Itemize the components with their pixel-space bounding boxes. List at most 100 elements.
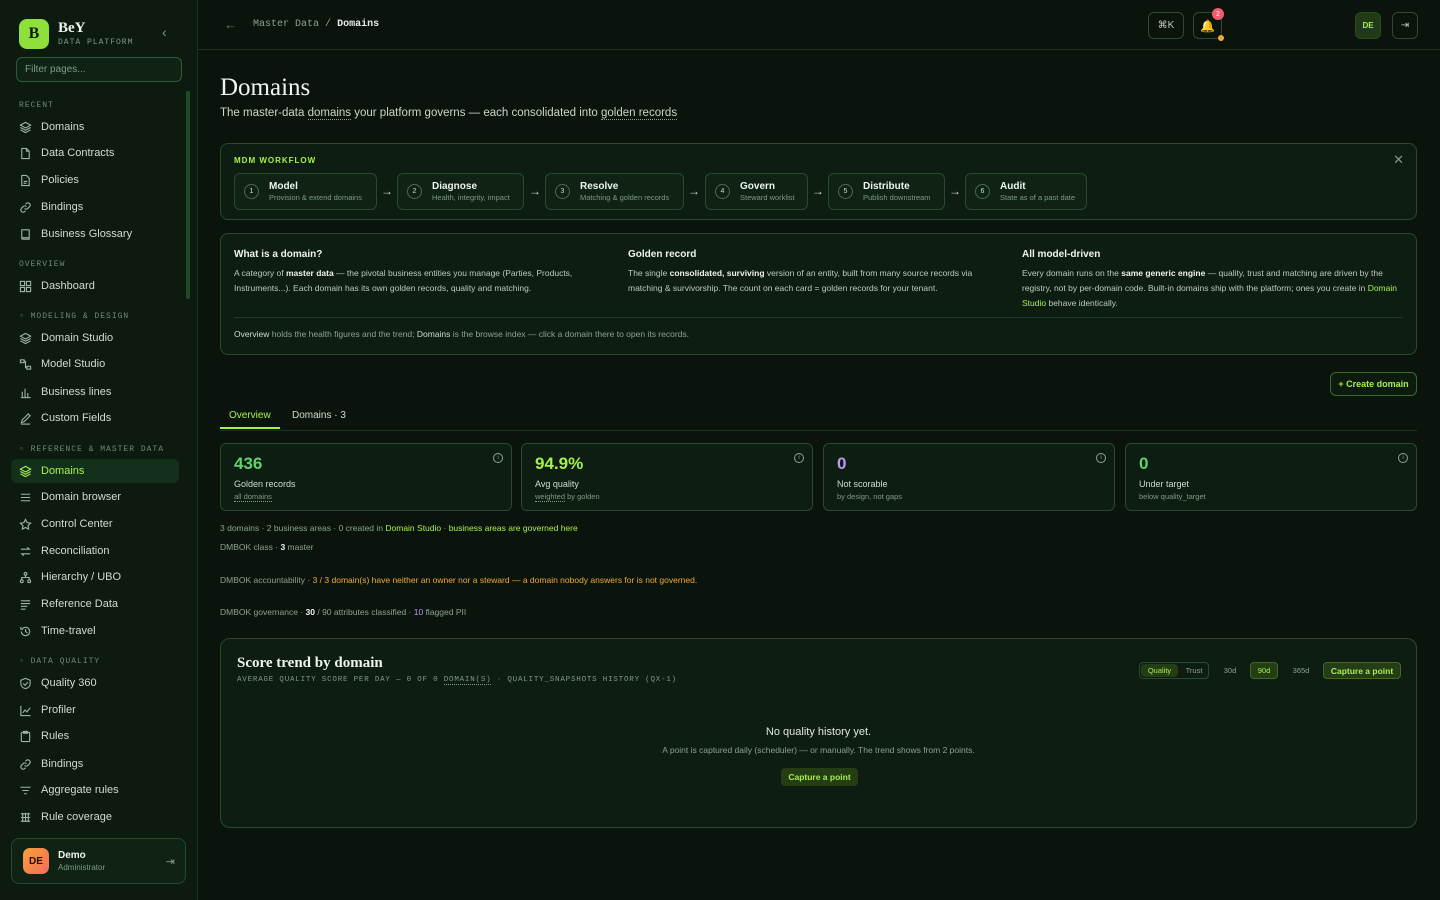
brand[interactable]: B BeY DATA PLATFORM (0, 0, 197, 50)
capture-point-empty-button[interactable]: Capture a point (781, 768, 858, 786)
workflow-step-resolve[interactable]: 3 Resolve Matching & golden records (545, 173, 684, 210)
sidebar-item-time-travel[interactable]: Time-travel (11, 619, 179, 643)
sidebar-item-domain-studio[interactable]: Domain Studio (11, 326, 179, 350)
sidebar-item-label: Bindings (41, 201, 84, 213)
step-title: Model (269, 181, 298, 192)
section-recent: RECENT (19, 101, 54, 110)
text-run: Every domain runs on the (1022, 268, 1122, 278)
workflow-step-model[interactable]: 1 Model Provision & extend domains (234, 173, 377, 210)
sidebar-item-data-contracts[interactable]: Data Contracts (11, 141, 179, 165)
sidebar-item-business-lines[interactable]: Business lines (11, 380, 179, 404)
step-title: Resolve (580, 181, 619, 192)
workflow-step-diagnose[interactable]: 2 Diagnose Health, integrity, impact (397, 173, 524, 210)
text-run: master (285, 542, 314, 552)
tab-overview[interactable]: Overview (229, 410, 271, 421)
coverage-grid-icon (20, 812, 31, 822)
main: ← Master Data / Domains ⌘K 🔔 2 DE ⇥ Doma… (198, 0, 1440, 900)
sidebar-item-recent-domains[interactable]: Domains (11, 115, 179, 139)
sidebar-item-custom-fields[interactable]: Custom Fields (11, 406, 179, 430)
sign-out-icon: ⇥ (1400, 20, 1410, 31)
step-sub: State as of a past date (1000, 193, 1076, 202)
text-run: DMBOK governance · (220, 607, 306, 617)
sidebar: B BeY DATA PLATFORM ‹ RECENT Domains Dat… (0, 0, 198, 900)
term-domains[interactable]: domains (307, 107, 352, 120)
sidebar-scrollbar[interactable] (186, 91, 190, 299)
info-icon[interactable]: i (1096, 453, 1106, 463)
sidebar-item-profiler[interactable]: Profiler (11, 698, 179, 722)
text-run: flagged PII (423, 607, 467, 617)
breadcrumb-parent[interactable]: Master Data (253, 19, 319, 30)
sidebar-item-dashboard[interactable]: Dashboard (11, 274, 179, 298)
term-golden-records[interactable]: golden records (601, 107, 678, 120)
sidebar-item-domains[interactable]: Domains (11, 459, 179, 483)
toggle-quality[interactable]: Quality (1141, 664, 1178, 677)
toggle-trust[interactable]: Trust (1179, 664, 1209, 677)
business-areas-link[interactable]: business areas are governed here (449, 523, 578, 533)
tab-domains[interactable]: Domains · 3 (292, 410, 346, 421)
create-domain-button[interactable]: + Create domain (1330, 372, 1417, 396)
workflow-step-distribute[interactable]: 5 Distribute Publish downstream (828, 173, 945, 210)
breadcrumb-separator: / (325, 19, 332, 30)
book-icon (21, 228, 30, 240)
sidebar-item-quality-bindings[interactable]: Bindings (11, 752, 179, 776)
user-card[interactable]: DE Demo Administrator ⇥ (11, 838, 186, 884)
notification-badge: 2 (1212, 8, 1224, 20)
text-strong: Overview (234, 329, 270, 339)
sidebar-item-label: Rules (41, 730, 70, 742)
range-365d[interactable]: 365d (1287, 662, 1315, 679)
locale-button[interactable]: DE (1355, 12, 1381, 39)
sidebar-item-quality-360[interactable]: Quality 360 (11, 671, 179, 695)
brand-subtitle: DATA PLATFORM (58, 38, 134, 47)
command-palette-button[interactable]: ⌘K (1148, 12, 1184, 39)
star-icon (19, 517, 32, 530)
sidebar-item-business-glossary[interactable]: Business Glossary (11, 222, 179, 246)
sidebar-item-hierarchy-ubo[interactable]: Hierarchy / UBO (11, 565, 179, 589)
kpi-avg-quality[interactable]: 94.9% Avg quality weighted by golden i (521, 443, 813, 511)
notifications-button[interactable]: 🔔 2 (1193, 8, 1224, 41)
layers-icon (19, 332, 32, 344)
workflow-step-govern[interactable]: 4 Govern Steward worklist (705, 173, 808, 210)
collapse-sidebar-icon[interactable]: ‹ (162, 24, 167, 40)
info-icon[interactable]: i (794, 453, 804, 463)
info-icon[interactable]: i (493, 453, 503, 463)
step-sub: Provision & extend domains (269, 193, 362, 202)
kpi-not-scorable[interactable]: 0 Not scorable by design, not gaps i (823, 443, 1115, 511)
step-number: 4 (715, 184, 730, 199)
grid-icon (19, 280, 32, 292)
sign-out-button[interactable]: ⇥ (1392, 12, 1418, 39)
filter-pages-input[interactable] (16, 57, 182, 82)
list-icon (20, 493, 31, 501)
kpi-golden-records[interactable]: 436 Golden records all domains i (220, 443, 512, 511)
sidebar-item-control-center[interactable]: Control Center (11, 512, 179, 536)
logout-icon[interactable]: ⇥ (166, 855, 175, 868)
sidebar-item-label: Custom Fields (41, 412, 112, 424)
sidebar-item-aggregate-rules[interactable]: Aggregate rules (11, 778, 179, 802)
sidebar-item-domain-browser[interactable]: Domain browser (11, 485, 179, 509)
sidebar-item-label: Domain Studio (41, 332, 114, 344)
close-icon[interactable]: ✕ (1393, 152, 1404, 168)
score-trend-title: Score trend by domain (237, 655, 383, 671)
workflow-step-audit[interactable]: 6 Audit State as of a past date (965, 173, 1087, 210)
text-run: 3 domains · 2 business areas · 0 created… (220, 523, 386, 533)
text-strong: Domains (416, 329, 451, 339)
kpi-under-target[interactable]: 0 Under target below quality_target i (1125, 443, 1417, 511)
range-90d[interactable]: 90d (1250, 662, 1278, 679)
sidebar-item-model-studio[interactable]: Model Studio (11, 352, 179, 376)
domain-studio-link[interactable]: Domain Studio (385, 523, 441, 533)
brand-name: BeY (58, 20, 86, 36)
info-icon[interactable]: i (1398, 453, 1408, 463)
range-30d[interactable]: 30d (1219, 662, 1241, 679)
back-arrow-icon[interactable]: ← (224, 17, 237, 32)
sidebar-item-reference-data[interactable]: Reference Data (11, 592, 179, 616)
kpi-label: Not scorable (837, 479, 888, 489)
sidebar-item-rules[interactable]: Rules (11, 724, 179, 748)
sidebar-item-recent-bindings[interactable]: Bindings (11, 195, 179, 219)
sidebar-item-rule-coverage[interactable]: Rule coverage (11, 805, 179, 829)
dmbok-class-line: DMBOK class · 3 master (220, 542, 314, 552)
step-number: 2 (407, 184, 422, 199)
capture-point-button[interactable]: Capture a point (1323, 662, 1401, 679)
sidebar-item-reconciliation[interactable]: Reconciliation (11, 539, 179, 563)
file-icon (21, 147, 30, 159)
sidebar-item-policies[interactable]: Policies (11, 168, 179, 192)
explainer-golden-record: Golden record The single consolidated, s… (628, 249, 998, 296)
